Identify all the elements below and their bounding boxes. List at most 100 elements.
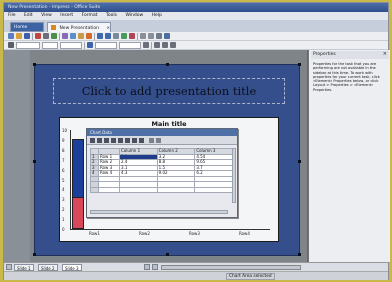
chart-bar[interactable]	[72, 197, 84, 229]
selection-handle[interactable]	[33, 253, 36, 256]
properties-title-text: Properties	[313, 52, 336, 57]
vertical-scrollbar[interactable]	[232, 148, 236, 203]
helplines-icon[interactable]	[148, 33, 154, 39]
slide-title-placeholder[interactable]: Click to add presentation title	[53, 78, 285, 104]
y-tick-label: 0	[62, 227, 65, 232]
selection-handle[interactable]	[166, 253, 169, 256]
menu-help[interactable]: Help	[152, 13, 162, 18]
x-tick-label: Row1	[89, 231, 100, 236]
y-tick-label: 2	[62, 207, 65, 213]
chart-title: Main title	[151, 120, 187, 128]
table-row	[90, 186, 233, 193]
move-series-left-icon[interactable]	[149, 138, 154, 143]
table-cell[interactable]	[156, 186, 196, 193]
spellcheck-icon[interactable]	[51, 33, 57, 39]
properties-sidebar: Properties × Properties for the task tha…	[308, 50, 390, 262]
window-titlebar: New Presentation - Impress - Office Suit…	[4, 3, 388, 12]
arrange-icon[interactable]	[170, 42, 176, 48]
print-icon[interactable]	[43, 33, 49, 39]
rotate-icon[interactable]	[154, 42, 160, 48]
chart-data-toolbar	[87, 136, 237, 145]
chart-data-table-dialog[interactable]: Chart Data Column 1 Column 2 Column 3 1 …	[86, 128, 238, 218]
new-document-icon[interactable]	[8, 33, 14, 39]
chart-object[interactable]: Main title 10 9 8 7 6 5 4 3 2 1 0 Row1 Row2 Row3 Row4…	[59, 117, 279, 242]
slide[interactable]: Click to add presentation title Main tit…	[33, 63, 301, 256]
y-tick-label: 9	[62, 137, 65, 143]
slide-pane	[4, 50, 30, 262]
selection-handle[interactable]	[33, 160, 36, 163]
zoom-icon[interactable]	[164, 33, 170, 39]
format-paintbrush-icon[interactable]	[86, 33, 92, 39]
open-folder-icon[interactable]	[16, 33, 22, 39]
selection-handle[interactable]	[33, 63, 36, 66]
menu-file[interactable]: File	[8, 13, 16, 18]
align-icon[interactable]	[162, 42, 168, 48]
horizontal-scrollbar[interactable]	[161, 265, 301, 270]
delete-row-icon[interactable]	[111, 138, 116, 143]
table-icon[interactable]	[113, 33, 119, 39]
area-fill-icon[interactable]	[87, 42, 93, 48]
presentation-doc-icon	[51, 25, 56, 30]
menu-format[interactable]: Format	[82, 13, 98, 18]
slide-tab-3[interactable]: Slide 3	[62, 264, 82, 271]
display-grid-icon[interactable]	[140, 33, 146, 39]
tab-new-presentation[interactable]: New Presentation ×	[47, 22, 111, 32]
toolbar-separator	[59, 33, 60, 40]
menu-tools[interactable]: Tools	[106, 13, 117, 18]
status-selection-text: Chart Area selected	[226, 273, 275, 280]
toolbar-separator	[84, 42, 85, 49]
table-cell[interactable]	[119, 186, 158, 193]
insert-text-column-icon[interactable]	[104, 138, 109, 143]
paste-icon[interactable]	[139, 138, 144, 143]
fill-color-select[interactable]	[119, 42, 141, 49]
slide-tab-2[interactable]: Slide 2	[38, 264, 58, 271]
image-icon[interactable]	[121, 33, 127, 39]
tab-home[interactable]: Home	[10, 22, 44, 32]
insert-series-icon[interactable]	[97, 138, 102, 143]
close-icon[interactable]: ×	[383, 51, 387, 57]
horizontal-scrollbar[interactable]	[90, 210, 228, 214]
screen: New Presentation - Impress - Office Suit…	[3, 2, 390, 280]
selection-handle[interactable]	[166, 63, 169, 66]
area-style-select[interactable]	[95, 42, 117, 49]
selection-handle[interactable]	[298, 160, 301, 163]
document-tabs: Home New Presentation ×	[4, 20, 388, 32]
select-arrow-icon[interactable]	[8, 42, 14, 48]
chart-icon[interactable]	[129, 33, 135, 39]
save-icon[interactable]	[24, 33, 30, 39]
first-slide-icon[interactable]	[6, 264, 12, 270]
status-bar: Chart Area selected	[4, 271, 388, 280]
selection-handle[interactable]	[298, 63, 301, 66]
tab-doc-label: New Presentation	[59, 26, 99, 31]
y-tick-label: 4	[62, 187, 65, 193]
menu-view[interactable]: View	[41, 13, 52, 18]
properties-panel-title: Properties ×	[311, 51, 389, 59]
table-cell[interactable]	[98, 186, 120, 193]
shadow-icon[interactable]	[143, 42, 149, 48]
table-cell[interactable]	[194, 186, 233, 193]
scroll-left-icon[interactable]	[144, 264, 150, 270]
line-color-select[interactable]	[60, 42, 82, 49]
redo-icon[interactable]	[105, 33, 111, 39]
menu-edit[interactable]: Edit	[24, 13, 33, 18]
copy-icon[interactable]	[70, 33, 76, 39]
export-pdf-icon[interactable]	[35, 33, 41, 39]
delete-series-icon[interactable]	[118, 138, 123, 143]
paste-icon[interactable]	[78, 33, 84, 39]
scroll-right-icon[interactable]	[152, 264, 158, 270]
line-width-input[interactable]	[42, 42, 58, 49]
tab-close-icon[interactable]: ×	[106, 26, 110, 31]
copy-icon[interactable]	[132, 138, 137, 143]
undo-icon[interactable]	[97, 33, 103, 39]
slide-tab-1[interactable]: Slide 1	[14, 264, 34, 271]
cut-icon[interactable]	[125, 138, 130, 143]
navigator-icon[interactable]	[156, 33, 162, 39]
cut-icon[interactable]	[62, 33, 68, 39]
selection-handle[interactable]	[298, 253, 301, 256]
move-series-right-icon[interactable]	[156, 138, 161, 143]
menu-window[interactable]: Window	[125, 13, 143, 18]
menu-insert[interactable]: Insert	[60, 13, 73, 18]
line-style-select[interactable]	[16, 42, 40, 49]
y-tick-label: 6	[62, 167, 65, 173]
insert-row-icon[interactable]	[90, 138, 95, 143]
